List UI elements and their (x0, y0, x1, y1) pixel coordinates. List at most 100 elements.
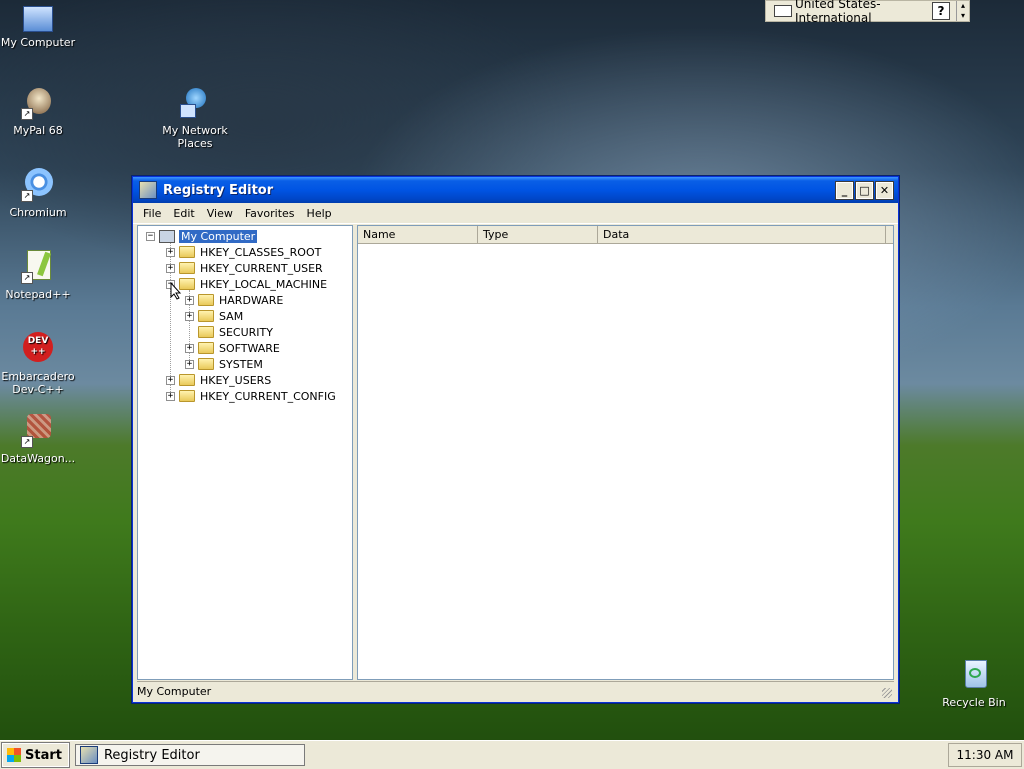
folder-icon (198, 358, 214, 370)
column-header-name[interactable]: Name (358, 226, 478, 243)
chromium-icon: ↗ (21, 168, 55, 202)
window-title: Registry Editor (163, 182, 274, 198)
desktop-icon-label: MyPal 68 (13, 124, 63, 137)
maximize-button[interactable]: □ (855, 180, 874, 200)
tree-node-hkey-users[interactable]: + HKEY_USERS (166, 372, 271, 388)
menu-help[interactable]: Help (301, 207, 338, 220)
system-tray-clock[interactable]: 11:30 AM (948, 743, 1022, 767)
collapse-icon[interactable]: − (146, 231, 155, 241)
desktop-icon-recycle-bin[interactable]: Recycle Bin (936, 658, 1012, 709)
shortcut-arrow-icon: ↗ (21, 190, 33, 202)
list-header: Name Type Data (358, 226, 893, 244)
tree-node-security[interactable]: SECURITY (185, 324, 273, 340)
expand-icon[interactable]: + (166, 391, 175, 401)
language-bar-options-button[interactable]: ▴ ▾ (956, 1, 969, 21)
datawagon-icon: ↗ (21, 414, 55, 448)
tree-node-label[interactable]: SYSTEM (219, 358, 263, 371)
desktop-icon-chromium[interactable]: ↗ Chromium (0, 168, 76, 219)
tree-node-hkey-classes-root[interactable]: + HKEY_CLASSES_ROOT (166, 244, 321, 260)
desktop-icon-my-computer[interactable]: My Computer (0, 4, 76, 49)
computer-icon (159, 229, 175, 243)
tree-node-sam[interactable]: + SAM (185, 308, 243, 324)
minimize-button[interactable]: _ (835, 180, 854, 200)
tree-node-label[interactable]: HARDWARE (219, 294, 283, 307)
tree-node-hardware[interactable]: + HARDWARE (185, 292, 283, 308)
tree-node-software[interactable]: + SOFTWARE (185, 340, 280, 356)
desktop-icon-label: My Network Places (162, 124, 228, 150)
menu-view[interactable]: View (201, 207, 239, 220)
folder-icon (198, 310, 214, 322)
menu-bar: File Edit View Favorites Help (133, 203, 898, 224)
folder-icon (198, 342, 214, 354)
start-button[interactable]: Start (1, 742, 70, 768)
desktop-icon-mypal[interactable]: ↗ MyPal 68 (0, 86, 76, 137)
clock-text: 11:30 AM (956, 748, 1014, 762)
expand-icon[interactable]: + (185, 311, 194, 321)
resize-grip-icon[interactable] (882, 688, 892, 698)
start-label: Start (25, 747, 62, 763)
values-list[interactable]: Name Type Data (357, 225, 894, 680)
folder-icon (179, 374, 195, 386)
tree-node-label[interactable]: SOFTWARE (219, 342, 280, 355)
editor-content: − My Computer + HKEY_CLASSES_ROOT + HKEY… (137, 225, 894, 680)
mouse-cursor-icon (170, 282, 182, 300)
menu-edit[interactable]: Edit (167, 207, 200, 220)
desktop-icon-label: Chromium (9, 206, 67, 219)
desktop-icon-notepadpp[interactable]: ↗ Notepad++ (0, 250, 76, 301)
column-header-data[interactable]: Data (598, 226, 886, 243)
tree-node-hkey-current-config[interactable]: + HKEY_CURRENT_CONFIG (166, 388, 336, 404)
expand-icon[interactable]: + (185, 295, 194, 305)
desktop-icon-label: Recycle Bin (942, 696, 1006, 709)
keyboard-icon (774, 5, 792, 17)
expand-icon[interactable]: + (166, 263, 175, 273)
tree-node-label[interactable]: HKEY_CURRENT_CONFIG (200, 390, 336, 403)
windows-logo-icon (7, 748, 21, 762)
status-bar: My Computer (137, 681, 894, 700)
desktop-icon-label: Embarcadero Dev-C++ (1, 370, 75, 396)
tree-node-hkey-local-machine[interactable]: − HKEY_LOCAL_MACHINE (166, 276, 327, 292)
desktop-icon-label: Notepad++ (5, 288, 71, 301)
notepad-icon: ↗ (21, 250, 55, 284)
shortcut-arrow-icon: ↗ (21, 436, 33, 448)
tree-node-label[interactable]: SECURITY (219, 326, 273, 339)
help-icon[interactable]: ? (932, 2, 950, 20)
tree-node-my-computer[interactable]: − My Computer (146, 228, 259, 244)
language-bar[interactable]: United States-International ? ▴ ▾ (765, 0, 970, 25)
column-header-type[interactable]: Type (478, 226, 598, 243)
desktop-icon-network-places[interactable]: My Network Places (157, 86, 233, 150)
menu-file[interactable]: File (137, 207, 167, 220)
tree-node-label[interactable]: HKEY_USERS (200, 374, 271, 387)
expand-icon[interactable]: + (166, 247, 175, 257)
tree-node-system[interactable]: + SYSTEM (185, 356, 263, 372)
registry-editor-window: Registry Editor _ □ ✕ File Edit View Fav… (132, 176, 899, 703)
language-label[interactable]: United States-International (795, 0, 932, 25)
status-text: My Computer (137, 684, 212, 698)
browser-icon: ↗ (21, 86, 55, 120)
folder-icon (179, 246, 195, 258)
expand-icon[interactable]: + (185, 359, 194, 369)
tree-node-label[interactable]: HKEY_CURRENT_USER (200, 262, 323, 275)
expand-icon[interactable]: + (166, 375, 175, 385)
folder-icon (179, 390, 195, 402)
computer-icon (23, 6, 53, 32)
tree-node-label[interactable]: HKEY_LOCAL_MACHINE (200, 278, 327, 291)
taskbar-item-label: Registry Editor (103, 747, 200, 763)
tree-node-label[interactable]: My Computer (177, 228, 259, 244)
taskbar-item-registry-editor[interactable]: Registry Editor (74, 744, 305, 766)
expand-icon[interactable]: + (185, 343, 194, 353)
menu-favorites[interactable]: Favorites (239, 207, 301, 220)
tree-node-hkey-current-user[interactable]: + HKEY_CURRENT_USER (166, 260, 323, 276)
folder-icon (179, 262, 195, 274)
shortcut-arrow-icon: ↗ (21, 272, 33, 284)
close-button[interactable]: ✕ (875, 180, 894, 200)
shortcut-arrow-icon: ↗ (21, 108, 33, 120)
desktop-icon-label: DataWagon... (0, 452, 76, 465)
desktop-icon-datawagon[interactable]: ↗ DataWagon... (0, 414, 76, 465)
recycle-bin-icon (957, 658, 991, 692)
desktop-icon-label: My Computer (0, 36, 76, 49)
tree-node-label[interactable]: HKEY_CLASSES_ROOT (200, 246, 321, 259)
desktop-icon-devcpp[interactable]: DEV ++ Embarcadero Dev-C++ (0, 332, 76, 396)
registry-tree[interactable]: − My Computer + HKEY_CLASSES_ROOT + HKEY… (137, 225, 353, 680)
title-bar[interactable]: Registry Editor _ □ ✕ (133, 177, 898, 203)
tree-node-label[interactable]: SAM (219, 310, 243, 323)
